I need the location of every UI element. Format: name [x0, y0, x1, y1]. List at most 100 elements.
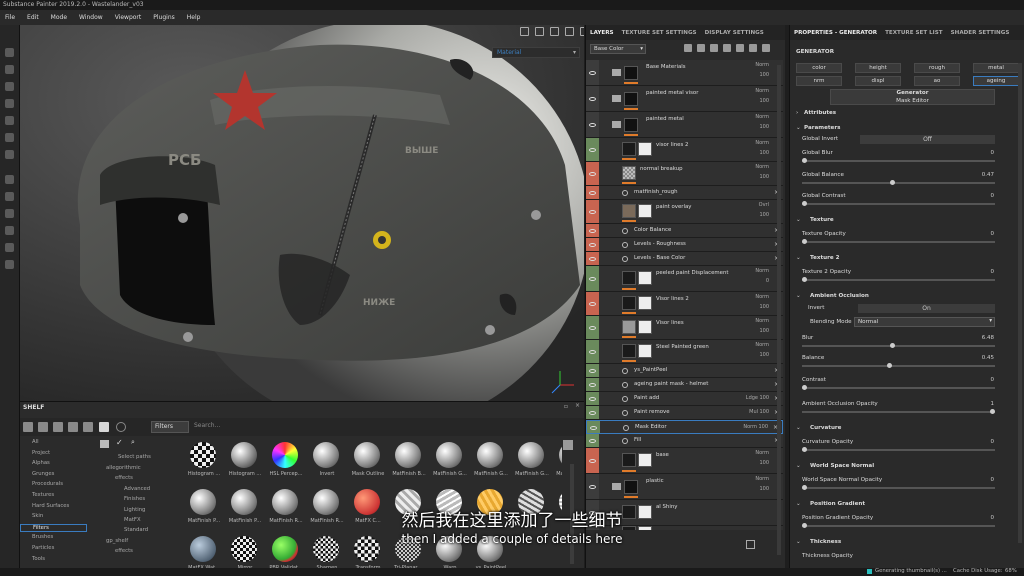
- layer-blend-mode[interactable]: Norm: [755, 88, 769, 94]
- eye-icon[interactable]: [589, 172, 596, 176]
- ao-blur-slider[interactable]: [802, 343, 995, 348]
- channel-nrm[interactable]: nrm: [796, 76, 842, 86]
- delete-layer-icon[interactable]: [762, 44, 770, 52]
- layer-opacity[interactable]: 0: [766, 278, 769, 284]
- list-view-icon[interactable]: [38, 422, 48, 432]
- ao-blend-dropdown[interactable]: Normal ▾: [854, 317, 995, 327]
- filter-funnel-icon[interactable]: [99, 422, 109, 432]
- expand-arrow-icon[interactable]: ⌄: [796, 255, 801, 261]
- close-icon[interactable]: ×: [575, 402, 580, 409]
- grid-toggle-icon[interactable]: [563, 440, 573, 450]
- slider-knob[interactable]: [802, 447, 807, 452]
- eye-icon[interactable]: [589, 71, 596, 75]
- shelf-asset[interactable]: Histogram ...: [225, 438, 265, 484]
- layer-blend-mode[interactable]: Norm: [755, 342, 769, 348]
- eye-icon[interactable]: [589, 97, 596, 101]
- expand-arrow-icon[interactable]: ⌄: [796, 293, 801, 299]
- layer-opacity[interactable]: 100: [759, 460, 769, 466]
- tree-item[interactable]: allegorithmic: [106, 465, 141, 471]
- photoshop-icon[interactable]: [5, 226, 14, 235]
- eye-icon[interactable]: [589, 411, 596, 415]
- layer-blend-mode[interactable]: Norm: [755, 114, 769, 120]
- folder-icon[interactable]: [612, 483, 621, 490]
- layer-blend-mode[interactable]: Norm: [755, 476, 769, 482]
- wsn-opacity-value[interactable]: 0: [991, 477, 995, 483]
- shelf-filter-tag[interactable]: Filters: [151, 421, 189, 433]
- 3d-viewport[interactable]: РСБ ВЫШЕ НИЖЕ Material ▾: [20, 25, 584, 401]
- slider-knob[interactable]: [990, 409, 995, 414]
- document-icon[interactable]: [5, 243, 14, 252]
- layer-opacity[interactable]: 100: [759, 352, 769, 358]
- slider-knob[interactable]: [890, 180, 896, 185]
- layer-opacity[interactable]: 100: [759, 486, 769, 492]
- ao-invert-toggle[interactable]: On: [858, 304, 995, 313]
- add-mask-icon[interactable]: [697, 44, 705, 52]
- slider-knob[interactable]: [802, 485, 807, 490]
- channel-ageing[interactable]: ageing: [973, 76, 1019, 86]
- tree-item[interactable]: Advanced: [124, 486, 150, 492]
- channel-metal[interactable]: metal: [973, 63, 1019, 73]
- layer-row[interactable]: normal breakup Norm 100: [586, 162, 783, 186]
- layer-blend-mode[interactable]: Ovrl: [759, 202, 769, 208]
- settings-icon[interactable]: [5, 260, 14, 269]
- layer-row[interactable]: Fill×: [586, 434, 783, 448]
- layer-row[interactable]: visor lines 2 Norm 100: [586, 138, 783, 162]
- channel-dropdown[interactable]: Base Color ▾: [590, 44, 646, 54]
- slider-knob[interactable]: [802, 239, 807, 244]
- menu-item-plugins[interactable]: Plugins: [153, 14, 175, 21]
- menu-item-mode[interactable]: Mode: [51, 14, 67, 21]
- eye-icon[interactable]: [589, 439, 596, 443]
- shelf-asset[interactable]: MatFinish G...: [430, 438, 470, 484]
- folder-icon[interactable]: [612, 121, 621, 128]
- ao-opacity-slider[interactable]: [802, 409, 995, 414]
- tree-item[interactable]: effects: [115, 475, 133, 481]
- menu-item-window[interactable]: Window: [79, 14, 103, 21]
- eye-icon[interactable]: [589, 148, 596, 152]
- layer-row[interactable]: matfinish_rough×: [586, 186, 783, 200]
- layer-opacity[interactable]: 100: [759, 72, 769, 78]
- folder-icon[interactable]: [100, 440, 109, 448]
- bake-icon[interactable]: [5, 192, 14, 201]
- folder-icon[interactable]: [612, 95, 621, 102]
- eye-icon[interactable]: [589, 350, 596, 354]
- global-balance-value[interactable]: 0.47: [982, 172, 994, 178]
- ao-balance-value[interactable]: 0.45: [982, 355, 994, 361]
- layer-opacity[interactable]: 100: [759, 328, 769, 334]
- eye-icon[interactable]: [589, 229, 596, 233]
- eye-icon[interactable]: [590, 426, 597, 430]
- eye-icon[interactable]: [589, 257, 596, 261]
- channel-ao[interactable]: ao: [914, 76, 960, 86]
- tab-shader-settings[interactable]: SHADER SETTINGS: [947, 30, 1014, 36]
- add-effect-icon[interactable]: [684, 44, 692, 52]
- expand-arrow-icon[interactable]: ⌄: [796, 217, 801, 223]
- add-paint-layer-icon[interactable]: [723, 44, 731, 52]
- layer-row[interactable]: paint overlay Ovrl 100: [586, 200, 783, 224]
- layers-scrollbar[interactable]: [777, 65, 781, 555]
- layer-row[interactable]: ageing paint mask - helmet×: [586, 378, 783, 392]
- grid-view-icon[interactable]: [53, 422, 63, 432]
- slider-knob[interactable]: [802, 158, 807, 163]
- layer-row[interactable]: Visor lines Norm 100: [586, 316, 783, 340]
- shelf-asset[interactable]: MatFinish G...: [512, 438, 552, 484]
- cube-icon[interactable]: [550, 27, 559, 36]
- render-mode-dropdown[interactable]: Material ▾: [492, 47, 580, 58]
- shelf-asset[interactable]: Invert: [307, 438, 347, 484]
- checkmark-icon[interactable]: ✓: [116, 438, 123, 447]
- ao-blur-value[interactable]: 6.48: [982, 335, 994, 341]
- layer-blend-mode[interactable]: Ldge: [746, 395, 758, 401]
- properties-scrollbar[interactable]: [1018, 63, 1022, 543]
- tab-texture-set-list[interactable]: TEXTURE SET LIST: [881, 30, 947, 36]
- expand-arrow-icon[interactable]: ›: [796, 110, 798, 116]
- layer-opacity[interactable]: 100: [759, 409, 769, 415]
- layer-blend-mode[interactable]: Norm: [755, 164, 769, 170]
- global-blur-value[interactable]: 0: [991, 150, 995, 156]
- layer-blend-mode[interactable]: Norm: [755, 450, 769, 456]
- curvature-opacity-value[interactable]: 0: [991, 439, 995, 445]
- layer-opacity[interactable]: 100: [759, 174, 769, 180]
- channel-height[interactable]: height: [855, 63, 901, 73]
- global-contrast-value[interactable]: 0: [991, 193, 995, 199]
- add-folder-icon[interactable]: [736, 44, 744, 52]
- layer-opacity[interactable]: 100: [759, 395, 769, 401]
- shelf-search-input[interactable]: Search...: [194, 422, 220, 429]
- layer-blend-mode[interactable]: Norm: [755, 62, 769, 68]
